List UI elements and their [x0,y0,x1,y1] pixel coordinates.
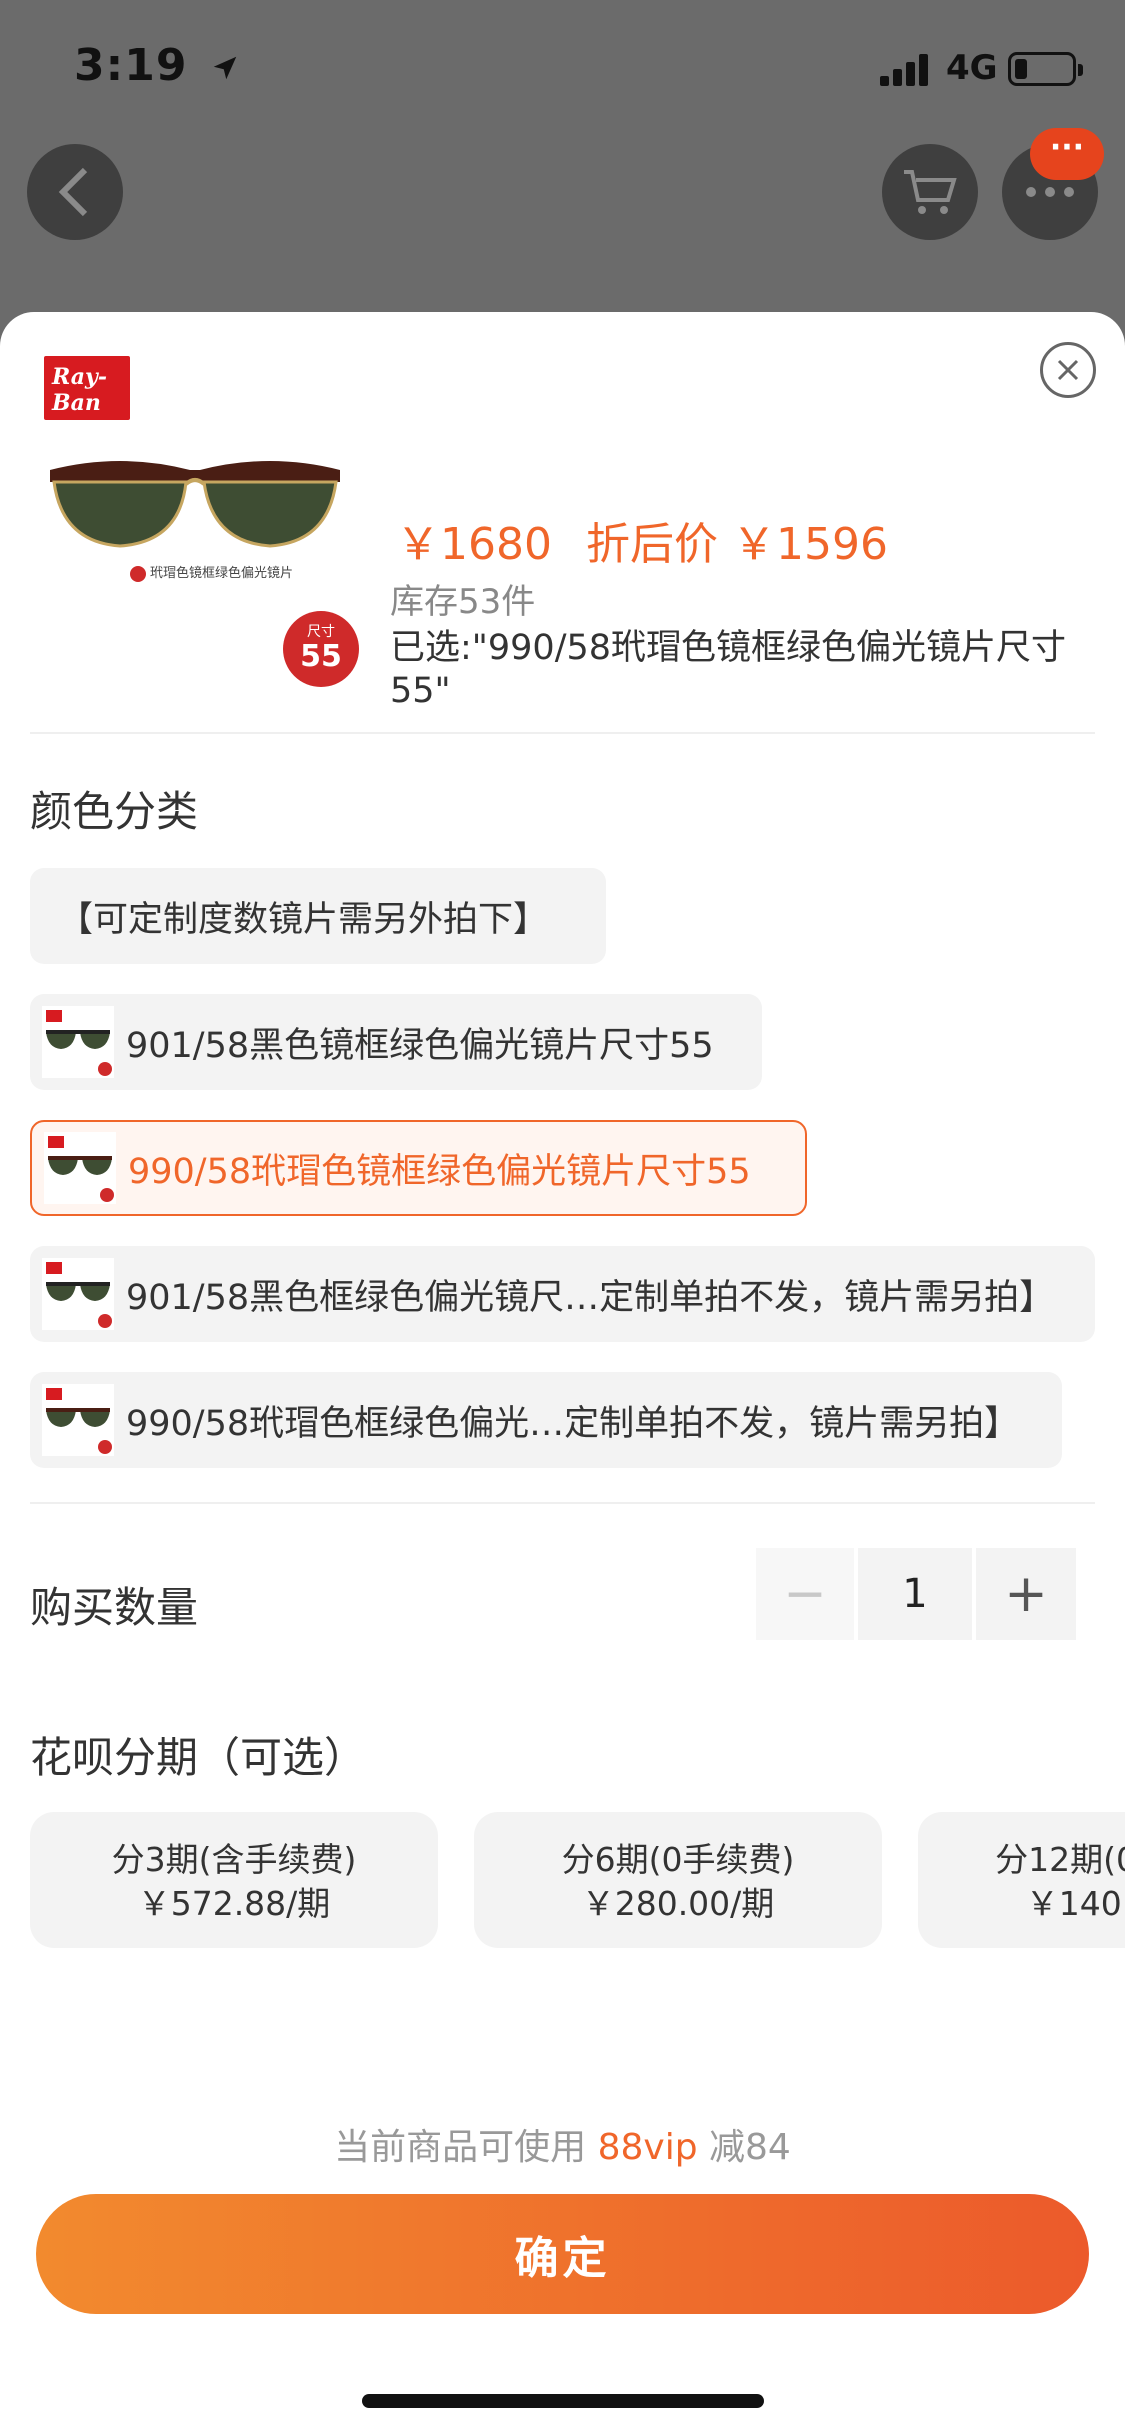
battery-icon [1008,52,1083,86]
stock-text: 库存53件 [390,582,536,622]
discount-price: ￥1596 [731,519,888,570]
color-option-label: 【可定制度数镜片需另外拍下】 [58,899,549,940]
color-option-label: 990/58玳瑁色镜框绿色偏光镜片尺寸55 [128,1151,751,1192]
quantity-stepper: − 1 + [756,1548,1076,1640]
installment-plan-12[interactable]: 分12期(0手续费) ￥140.00/期 [918,1812,1125,1948]
network-type: 4G [946,48,998,88]
price-line: ￥1680 折后价 ￥1596 [396,508,888,572]
vip-suffix: 减84 [709,2127,791,2168]
message-badge[interactable]: ··· [1030,128,1104,180]
polarized-icon [130,565,146,582]
location-arrow-icon [213,56,237,80]
option-thumbnail [42,1384,114,1456]
close-icon [1057,359,1079,381]
divider [30,732,1095,734]
color-option-990-tortoise-custom[interactable]: 990/58玳瑁色框绿色偏光…定制单拍不发，镜片需另拍】 [30,1372,1062,1468]
original-price: ￥1680 [396,519,552,570]
cart-icon [904,170,957,214]
color-option-990-tortoise[interactable]: 990/58玳瑁色镜框绿色偏光镜片尺寸55 [30,1120,807,1216]
quantity-increase-button[interactable]: + [976,1548,1076,1640]
product-image-caption: 玳瑁色镜框绿色偏光镜片 [150,566,294,581]
vip-discount-note: 当前商品可使用 88vip 减84 [0,2118,1125,2170]
back-button[interactable] [27,144,123,240]
color-option-label: 901/58黑色镜框绿色偏光镜片尺寸55 [126,1025,714,1066]
close-button[interactable] [1040,342,1096,398]
color-option-901-black[interactable]: 901/58黑色镜框绿色偏光镜片尺寸55 [30,994,762,1090]
home-indicator [362,2394,764,2408]
brand-logo: Ray-Ban [44,356,130,420]
plan-amount: ￥280.00/期 [581,1884,775,1923]
sunglasses-icon [50,461,340,548]
color-option-label: 990/58玳瑁色框绿色偏光…定制单拍不发，镜片需另拍】 [126,1403,1020,1444]
plan-amount: ￥572.88/期 [137,1884,331,1923]
more-dots-icon [1026,187,1074,197]
plan-terms: 分12期(0手续费) [995,1840,1125,1879]
color-section-title: 颜色分类 [30,787,199,836]
installment-plan-3[interactable]: 分3期(含手续费) ￥572.88/期 [30,1812,438,1948]
size-badge: 尺寸 55 [283,611,359,687]
huabei-title: 花呗分期（可选） [30,1733,367,1782]
quantity-decrease-button[interactable]: − [756,1548,854,1640]
color-option-label: 901/58黑色框绿色偏光镜尺…定制单拍不发，镜片需另拍】 [126,1277,1055,1318]
plan-terms: 分6期(0手续费) [561,1840,795,1879]
status-time-text: 3:19 [74,40,188,91]
quantity-label: 购买数量 [30,1583,199,1632]
installment-plans: 分3期(含手续费) ￥572.88/期 分6期(0手续费) ￥280.00/期 … [30,1812,1125,1948]
discount-label: 折后价 [585,519,718,570]
status-time: 3:19 [74,40,240,91]
status-bar: 3:19 4G [0,0,1125,140]
option-thumbnail [44,1132,116,1204]
chevron-left-icon [58,167,88,217]
brand-logo-text: Ray-Ban [52,364,107,416]
option-thumbnail [42,1006,114,1078]
quantity-value[interactable]: 1 [858,1548,972,1640]
size-badge-label: 尺寸 [307,624,335,640]
vip-prefix: 当前商品可使用 [334,2127,587,2168]
selected-sku-text: 已选:"990/58玳瑁色镜框绿色偏光镜片尺寸55" [390,628,1067,711]
cart-button[interactable] [882,144,978,240]
color-option-901-black-custom[interactable]: 901/58黑色框绿色偏光镜尺…定制单拍不发，镜片需另拍】 [30,1246,1095,1342]
installment-plan-6[interactable]: 分6期(0手续费) ￥280.00/期 [474,1812,882,1948]
sku-sheet: Ray-Ban 玳瑁色镜框绿色偏光镜片 尺寸 55 ￥1680 折后价 ￥159… [0,312,1125,2436]
color-option-custom-lens[interactable]: 【可定制度数镜片需另外拍下】 [30,868,606,964]
size-badge-value: 55 [300,639,342,674]
plan-amount: ￥140.00/期 [1025,1884,1125,1923]
divider [30,1502,1095,1504]
vip-badge-text: 88vip [597,2127,698,2168]
signal-icon [880,52,932,86]
confirm-button[interactable]: 确定 [36,2194,1089,2314]
plan-terms: 分3期(含手续费) [111,1840,357,1879]
option-thumbnail [42,1258,114,1330]
